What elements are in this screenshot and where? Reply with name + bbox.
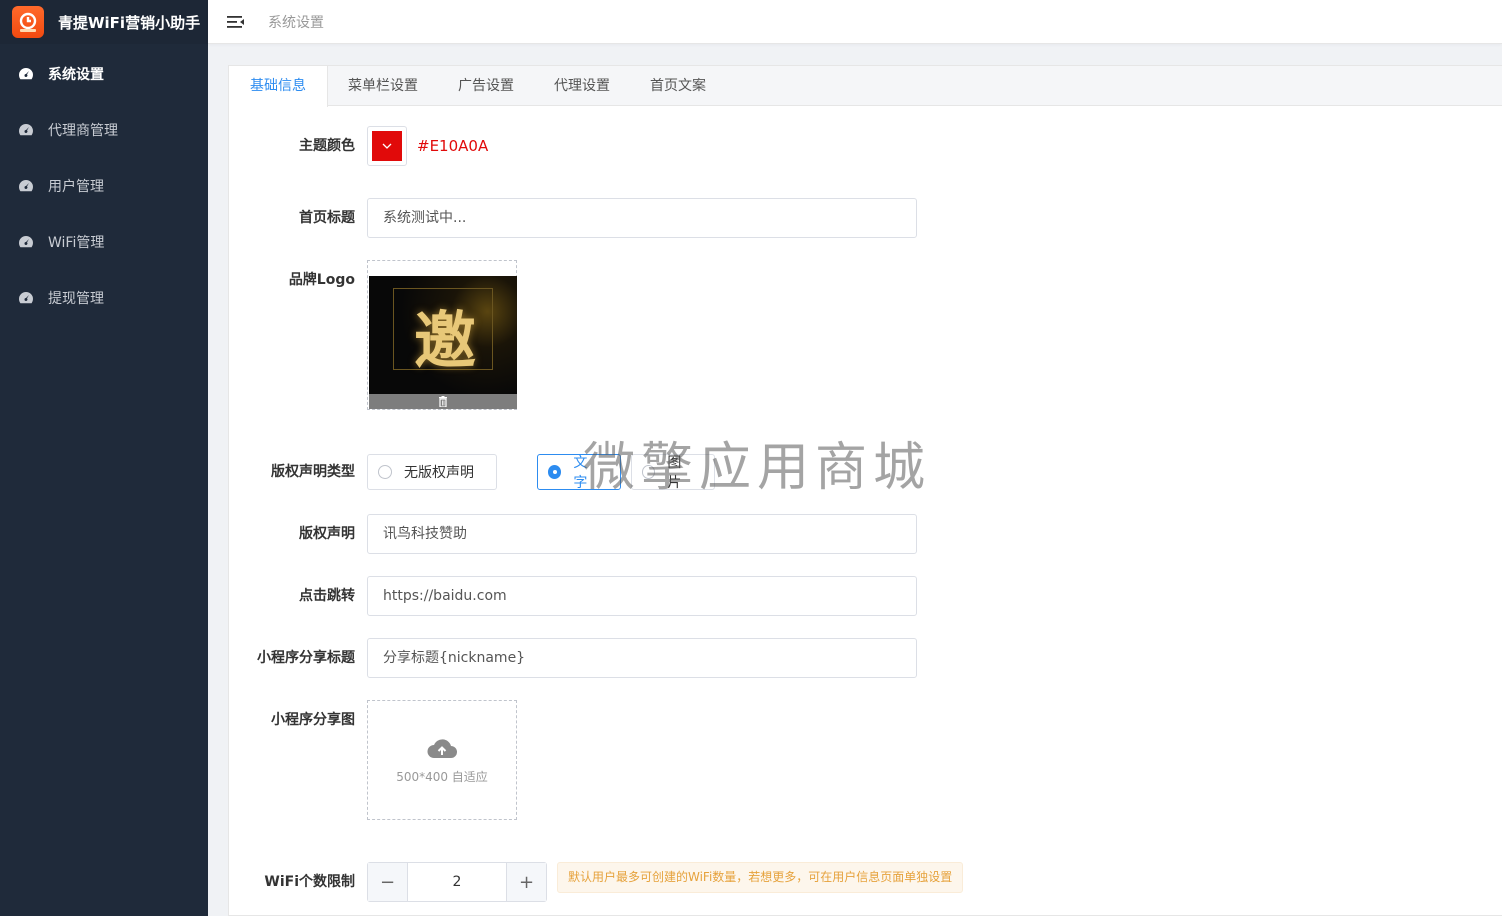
sidebar-item-label: 提现管理: [48, 291, 104, 307]
share-title-row: 小程序分享标题 分享标题{nickname}: [229, 638, 917, 678]
logo-char: 邀: [413, 304, 476, 377]
tab-home-copy[interactable]: 首页文案: [630, 66, 726, 106]
radio-text[interactable]: 文字: [537, 454, 621, 491]
field-label: 主题颜色: [299, 138, 355, 154]
dashboard-icon: [19, 292, 33, 304]
logo-image: 邀: [369, 276, 517, 394]
dashboard-icon: [19, 236, 33, 248]
home-title-input[interactable]: 系统测试中...: [367, 198, 917, 238]
radio-circle: [642, 465, 656, 479]
click-jump-row: 点击跳转 https://baidu.com: [229, 576, 917, 616]
cloud-upload-icon: [427, 738, 457, 758]
color-swatch: [372, 131, 402, 161]
share-title-input[interactable]: 分享标题{nickname}: [367, 638, 917, 678]
color-picker[interactable]: [367, 126, 407, 166]
menu-collapse-icon[interactable]: [226, 12, 246, 32]
radio-circle: [378, 465, 392, 479]
brand-logo-row: 品牌Logo 邀: [229, 260, 517, 410]
sidebar-nav: 系统设置 代理商管理 用户管理 WiFi管理 提现管理: [0, 46, 208, 326]
radio-no-copyright[interactable]: 无版权声明: [367, 454, 497, 490]
sidebar-item-label: 代理商管理: [48, 123, 118, 139]
brand: 青提WiFi营销小助手: [0, 0, 208, 44]
field-label: 版权声明: [299, 526, 355, 542]
tab-agent-settings[interactable]: 代理设置: [534, 66, 630, 106]
field-label: 小程序分享标题: [257, 650, 355, 666]
app-title: 青提WiFi营销小助手: [58, 13, 201, 32]
increment-button[interactable]: +: [506, 863, 546, 901]
sidebar-item-system-settings[interactable]: 系统设置: [0, 46, 208, 102]
sidebar-item-users[interactable]: 用户管理: [0, 158, 208, 214]
field-label: 品牌Logo: [288, 272, 355, 288]
radio-label: 图片: [667, 455, 682, 491]
field-label: 首页标题: [299, 210, 355, 226]
field-label: 版权声明类型: [271, 464, 355, 480]
theme-color-row: 主题颜色 #E10A0A: [229, 126, 488, 166]
tab-basic-info[interactable]: 基础信息: [229, 66, 328, 107]
tab-menu-settings[interactable]: 菜单栏设置: [328, 66, 438, 106]
top-header: 系统设置: [208, 0, 1502, 44]
sidebar: 青提WiFi营销小助手 系统设置 代理商管理 用户管理 WiFi管理 提现管理: [0, 0, 208, 916]
stepper-value[interactable]: 2: [408, 863, 506, 901]
home-title-row: 首页标题 系统测试中...: [229, 198, 917, 238]
field-label: 点击跳转: [299, 588, 355, 604]
tab-bar: 基础信息 菜单栏设置 广告设置 代理设置 首页文案: [229, 66, 1502, 107]
chevron-down-icon: [382, 143, 392, 149]
dashboard-icon: [19, 124, 33, 136]
tab-ad-settings[interactable]: 广告设置: [438, 66, 534, 106]
sidebar-item-withdraw[interactable]: 提现管理: [0, 270, 208, 326]
dashboard-icon: [19, 68, 33, 80]
radio-image[interactable]: 图片: [631, 454, 715, 491]
wifi-limit-row: WiFi个数限制 − 2 + 默认用户最多可创建的WiFi数量，若想更多，可在用…: [229, 862, 964, 902]
sidebar-item-label: 系统设置: [48, 67, 104, 83]
breadcrumb[interactable]: 系统设置: [268, 12, 324, 32]
sidebar-item-label: 用户管理: [48, 179, 104, 195]
wifi-limit-stepper: − 2 +: [367, 862, 547, 902]
share-image-row: 小程序分享图 500*400 自适应: [229, 700, 517, 820]
field-label: WiFi个数限制: [264, 874, 355, 890]
sidebar-item-label: WiFi管理: [48, 235, 105, 251]
trash-icon: [439, 396, 447, 407]
click-jump-input[interactable]: https://baidu.com: [367, 576, 917, 616]
share-image-upload[interactable]: 500*400 自适应: [367, 700, 517, 820]
dashboard-icon: [19, 180, 33, 192]
radio-label: 无版权声明: [404, 465, 474, 481]
radio-label: 文字: [573, 455, 588, 491]
wifi-limit-hint: 默认用户最多可创建的WiFi数量，若想更多，可在用户信息页面单独设置: [557, 862, 964, 893]
app-logo: [12, 6, 44, 38]
copyright-input[interactable]: 讯鸟科技赞助: [367, 514, 917, 554]
color-value: #E10A0A: [417, 137, 489, 155]
decrement-button[interactable]: −: [368, 863, 408, 901]
sidebar-item-wifi[interactable]: WiFi管理: [0, 214, 208, 270]
upload-hint: 500*400 自适应: [396, 769, 488, 784]
logo-upload[interactable]: 邀: [367, 260, 517, 410]
copyright-type-row: 版权声明类型 无版权声明 文字 图片: [229, 454, 755, 491]
radio-circle: [548, 465, 562, 479]
field-label: 小程序分享图: [271, 712, 355, 728]
sidebar-item-agents[interactable]: 代理商管理: [0, 102, 208, 158]
copyright-row: 版权声明 讯鸟科技赞助: [229, 514, 917, 554]
delete-logo-button[interactable]: [369, 394, 517, 409]
settings-panel: 基础信息 菜单栏设置 广告设置 代理设置 首页文案 主题颜色 #E10A0A 首…: [228, 65, 1502, 916]
